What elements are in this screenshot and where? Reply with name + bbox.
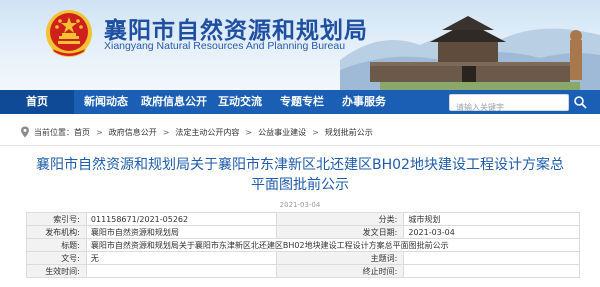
table-row: 索引号: 011158671/2021-05262 分类: 城市规划: [26, 212, 580, 226]
breadcrumb-divider: [0, 145, 600, 146]
table-row: 标题: 襄阳市自然资源和规划局关于襄阳市东津新区北还建区BH02地块建设工程设计…: [26, 238, 581, 252]
location-icon: [21, 126, 29, 138]
topic-value: [403, 251, 580, 265]
category-label: 分类:: [275, 212, 405, 226]
date-label: 发文日期:: [275, 225, 405, 239]
nav-special-topics[interactable]: 专题专栏: [270, 90, 334, 114]
table-row: 发布机构: 襄阳市自然资源和规划局 发文日期: 2021-03-04: [26, 225, 580, 239]
breadcrumb-planning-notice[interactable]: 规划批前公示: [325, 127, 373, 138]
site-subtitle: Xiangyang Natural Resources And Planning…: [104, 40, 346, 52]
docno-label: 文号:: [26, 251, 87, 265]
breadcrumb-separator: >: [312, 127, 319, 137]
end-label: 终止时间:: [275, 264, 405, 278]
topic-label: 主题词:: [275, 251, 405, 265]
docno-value: 无: [85, 251, 277, 265]
nav-news[interactable]: 新闻动态: [76, 90, 136, 114]
search-box: [449, 94, 569, 115]
breadcrumb-statutory[interactable]: 法定主动公开内容: [175, 127, 239, 138]
category-value: 城市规划: [403, 212, 580, 226]
site-header: 襄阳市自然资源和规划局 Xiangyang Natural Resources …: [0, 0, 600, 90]
page: 襄阳市自然资源和规划局 Xiangyang Natural Resources …: [0, 0, 600, 287]
index-value: 011158671/2021-05262: [85, 212, 277, 226]
breadcrumb-separator: >: [96, 127, 103, 137]
nav-home[interactable]: 首页: [0, 90, 74, 114]
breadcrumb-prefix: 当前位置：: [34, 127, 74, 137]
table-row: 文号: 无 主题词:: [26, 251, 580, 265]
title-label: 标题:: [26, 238, 87, 252]
breadcrumb-separator: >: [245, 127, 253, 137]
nav-services[interactable]: 办事服务: [332, 90, 396, 114]
org-value: 襄阳市自然资源和规划局: [85, 225, 277, 239]
nav-gov-info[interactable]: 政府信息公开: [136, 90, 212, 114]
main-nav: 首页 新闻动态 政府信息公开 互动交流 专题专栏 办事服务: [0, 90, 600, 115]
article-title: 襄阳市自然资源和规划局关于襄阳市东津新区北还建区BH02地块建设工程设计方案总平…: [36, 157, 564, 193]
org-label: 发布机构:: [26, 225, 87, 239]
search-icon[interactable]: [573, 95, 587, 109]
nav-interaction[interactable]: 互动交流: [208, 90, 272, 114]
end-value: [403, 264, 580, 278]
index-label: 索引号:: [26, 212, 87, 226]
breadcrumb-gov-info[interactable]: 政府信息公开: [109, 127, 157, 138]
national-emblem-icon: [46, 10, 92, 57]
city-gate-banner-image: [340, 16, 600, 90]
search-input[interactable]: [450, 100, 550, 115]
breadcrumb-public-welfare[interactable]: 公益事业建设: [258, 127, 306, 138]
breadcrumb-separator: >: [162, 127, 170, 137]
table-row: 生效时间: 终止时间:: [26, 264, 580, 278]
effective-label: 生效时间:: [26, 264, 87, 278]
effective-value: [85, 264, 277, 278]
title-value: 襄阳市自然资源和规划局关于襄阳市东津新区北还建区BH02地块建设工程设计方案总平…: [85, 238, 581, 252]
breadcrumb: 当前位置： 首页 > 政府信息公开 > 法定主动公开内容 > 公益事业建设 > …: [20, 125, 373, 139]
document-meta-table: 索引号: 011158671/2021-05262 分类: 城市规划 发布机构:…: [26, 212, 581, 278]
article-date: 2021-03-04: [279, 201, 321, 209]
date-value: 2021-03-04: [403, 225, 580, 239]
breadcrumb-home[interactable]: 首页: [74, 127, 90, 138]
